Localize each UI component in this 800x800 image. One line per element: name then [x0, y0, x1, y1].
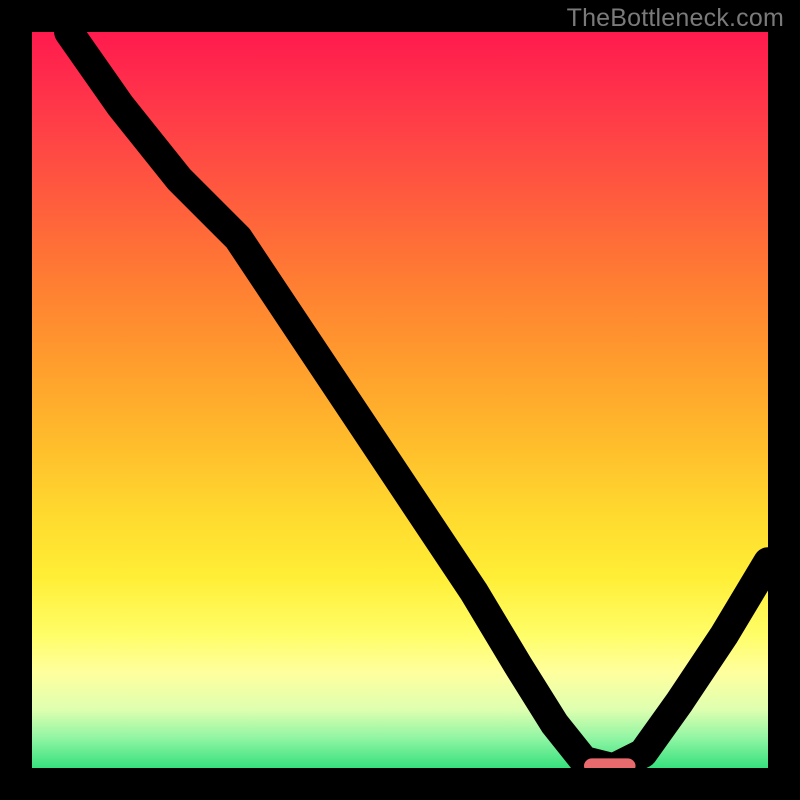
chart-frame: TheBottleneck.com [0, 0, 800, 800]
optimal-range-marker [584, 758, 636, 768]
chart-overlay [32, 32, 768, 768]
bottleneck-curve [69, 32, 768, 768]
watermark-text: TheBottleneck.com [567, 4, 784, 33]
plot-area [32, 32, 768, 768]
